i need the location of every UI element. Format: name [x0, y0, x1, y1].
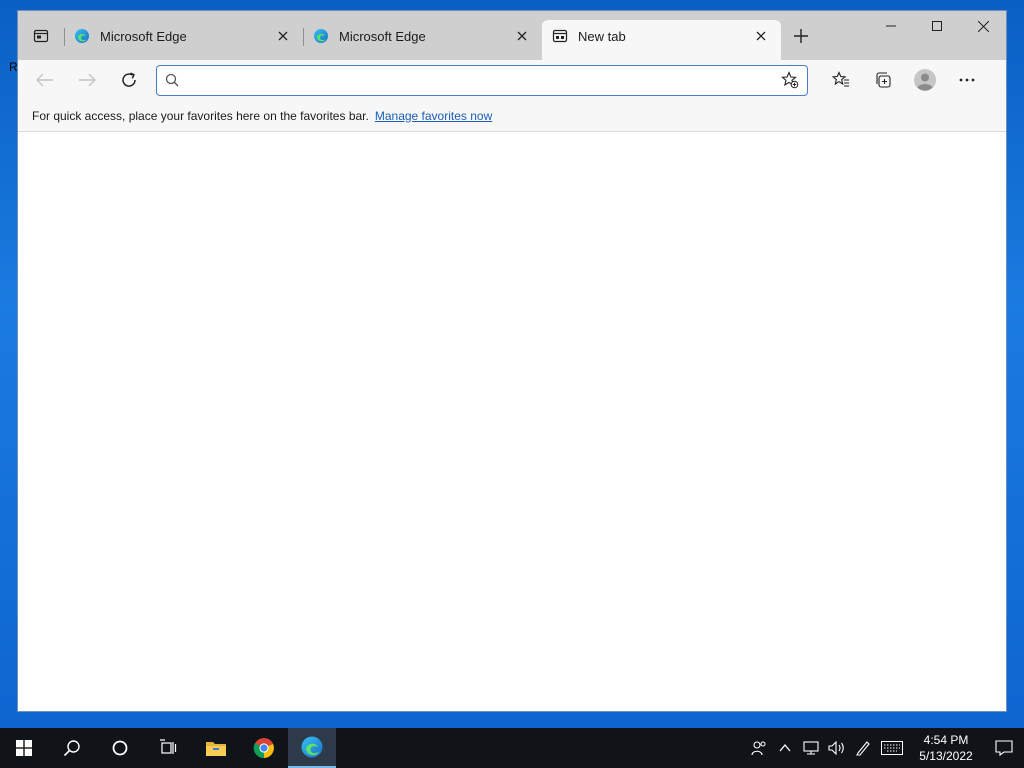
- profile-button[interactable]: [904, 64, 946, 96]
- window-controls: [868, 11, 1006, 41]
- new-tab-button[interactable]: [783, 20, 819, 52]
- toolbar-actions: [820, 64, 988, 96]
- network-icon: [803, 741, 819, 755]
- edge-taskbar-button[interactable]: [288, 728, 336, 768]
- search-icon: [165, 73, 179, 87]
- tab-close-button[interactable]: [512, 26, 532, 46]
- close-icon: [278, 31, 288, 41]
- favorites-bar-message: For quick access, place your favorites h…: [32, 108, 369, 123]
- system-tray: 4:54 PM 5/13/2022: [746, 728, 1024, 768]
- edge-icon: [301, 736, 323, 758]
- plus-icon: [794, 29, 808, 43]
- start-button[interactable]: [0, 728, 48, 768]
- volume-button[interactable]: [824, 728, 850, 768]
- cortana-button[interactable]: [96, 728, 144, 768]
- edge-icon: [313, 28, 329, 44]
- tab-separator: [64, 28, 65, 46]
- close-window-button[interactable]: [960, 11, 1006, 41]
- network-button[interactable]: [798, 728, 824, 768]
- tab-actions-icon: [33, 29, 49, 43]
- forward-arrow-icon: [79, 73, 96, 87]
- action-center-button[interactable]: [984, 728, 1024, 768]
- taskbar: 4:54 PM 5/13/2022: [0, 728, 1024, 768]
- maximize-button[interactable]: [914, 11, 960, 41]
- refresh-icon: [122, 72, 136, 87]
- show-hidden-icons-button[interactable]: [772, 728, 798, 768]
- close-icon: [756, 31, 766, 41]
- clock[interactable]: 4:54 PM 5/13/2022: [914, 732, 978, 764]
- refresh-button[interactable]: [108, 64, 150, 96]
- notification-icon: [995, 740, 1013, 756]
- volume-icon: [828, 741, 844, 755]
- favorites-bar: For quick access, place your favorites h…: [18, 100, 1006, 132]
- close-icon: [977, 20, 989, 32]
- more-dots-icon: [959, 78, 975, 82]
- tab-microsoft-edge-1[interactable]: Microsoft Edge: [64, 20, 303, 52]
- address-input[interactable]: [187, 72, 781, 88]
- cortana-icon: [112, 740, 128, 756]
- clock-time: 4:54 PM: [923, 733, 969, 747]
- chevron-up-icon: [779, 744, 791, 752]
- tab-strip: Microsoft Edge Microsoft Edge New tab: [18, 11, 1006, 60]
- close-icon: [517, 31, 527, 41]
- tab-microsoft-edge-2[interactable]: Microsoft Edge: [303, 20, 542, 52]
- tab-actions-button[interactable]: [18, 20, 64, 52]
- edge-icon: [74, 28, 90, 44]
- tab-new-tab[interactable]: New tab: [542, 20, 781, 60]
- task-view-icon: [160, 739, 177, 754]
- tab-title: Microsoft Edge: [100, 28, 187, 44]
- minimize-icon: [886, 25, 896, 27]
- avatar-icon: [914, 69, 936, 91]
- folder-icon: [206, 742, 226, 756]
- address-bar[interactable]: [156, 64, 808, 96]
- settings-more-button[interactable]: [946, 64, 988, 96]
- chrome-button[interactable]: [240, 728, 288, 768]
- newtab-page-icon: [552, 28, 568, 44]
- forward-button[interactable]: [66, 64, 108, 96]
- collections-button[interactable]: [862, 64, 904, 96]
- pen-icon: [856, 741, 870, 756]
- tab-title: New tab: [578, 28, 626, 44]
- task-view-button[interactable]: [144, 728, 192, 768]
- collections-icon: [876, 72, 891, 88]
- minimize-button[interactable]: [868, 11, 914, 41]
- keyboard-icon: [881, 741, 903, 755]
- maximize-icon: [932, 21, 942, 31]
- browser-window: Microsoft Edge Microsoft Edge New tab Fo…: [17, 10, 1007, 712]
- people-button[interactable]: [746, 728, 772, 768]
- search-icon: [63, 740, 80, 757]
- page-content[interactable]: [18, 132, 1006, 711]
- touch-keyboard-button[interactable]: [876, 728, 908, 768]
- people-icon: [751, 741, 766, 756]
- file-explorer-button[interactable]: [192, 728, 240, 768]
- manage-favorites-link[interactable]: Manage favorites now: [375, 109, 492, 123]
- pen-workspace-button[interactable]: [850, 728, 876, 768]
- toolbar: [18, 60, 1006, 100]
- favorites-list-icon: [832, 71, 849, 87]
- tab-title: Microsoft Edge: [339, 28, 426, 44]
- windows-logo-icon: [16, 740, 32, 756]
- search-button[interactable]: [48, 728, 96, 768]
- add-favorite-star-icon[interactable]: [781, 71, 799, 89]
- back-arrow-icon: [36, 73, 53, 87]
- favorites-button[interactable]: [820, 64, 862, 96]
- tab-separator: [303, 28, 304, 46]
- chrome-icon: [253, 738, 274, 759]
- clock-date: 5/13/2022: [919, 749, 973, 763]
- back-button[interactable]: [24, 64, 66, 96]
- tab-close-button[interactable]: [273, 26, 293, 46]
- tab-close-button[interactable]: [751, 26, 771, 46]
